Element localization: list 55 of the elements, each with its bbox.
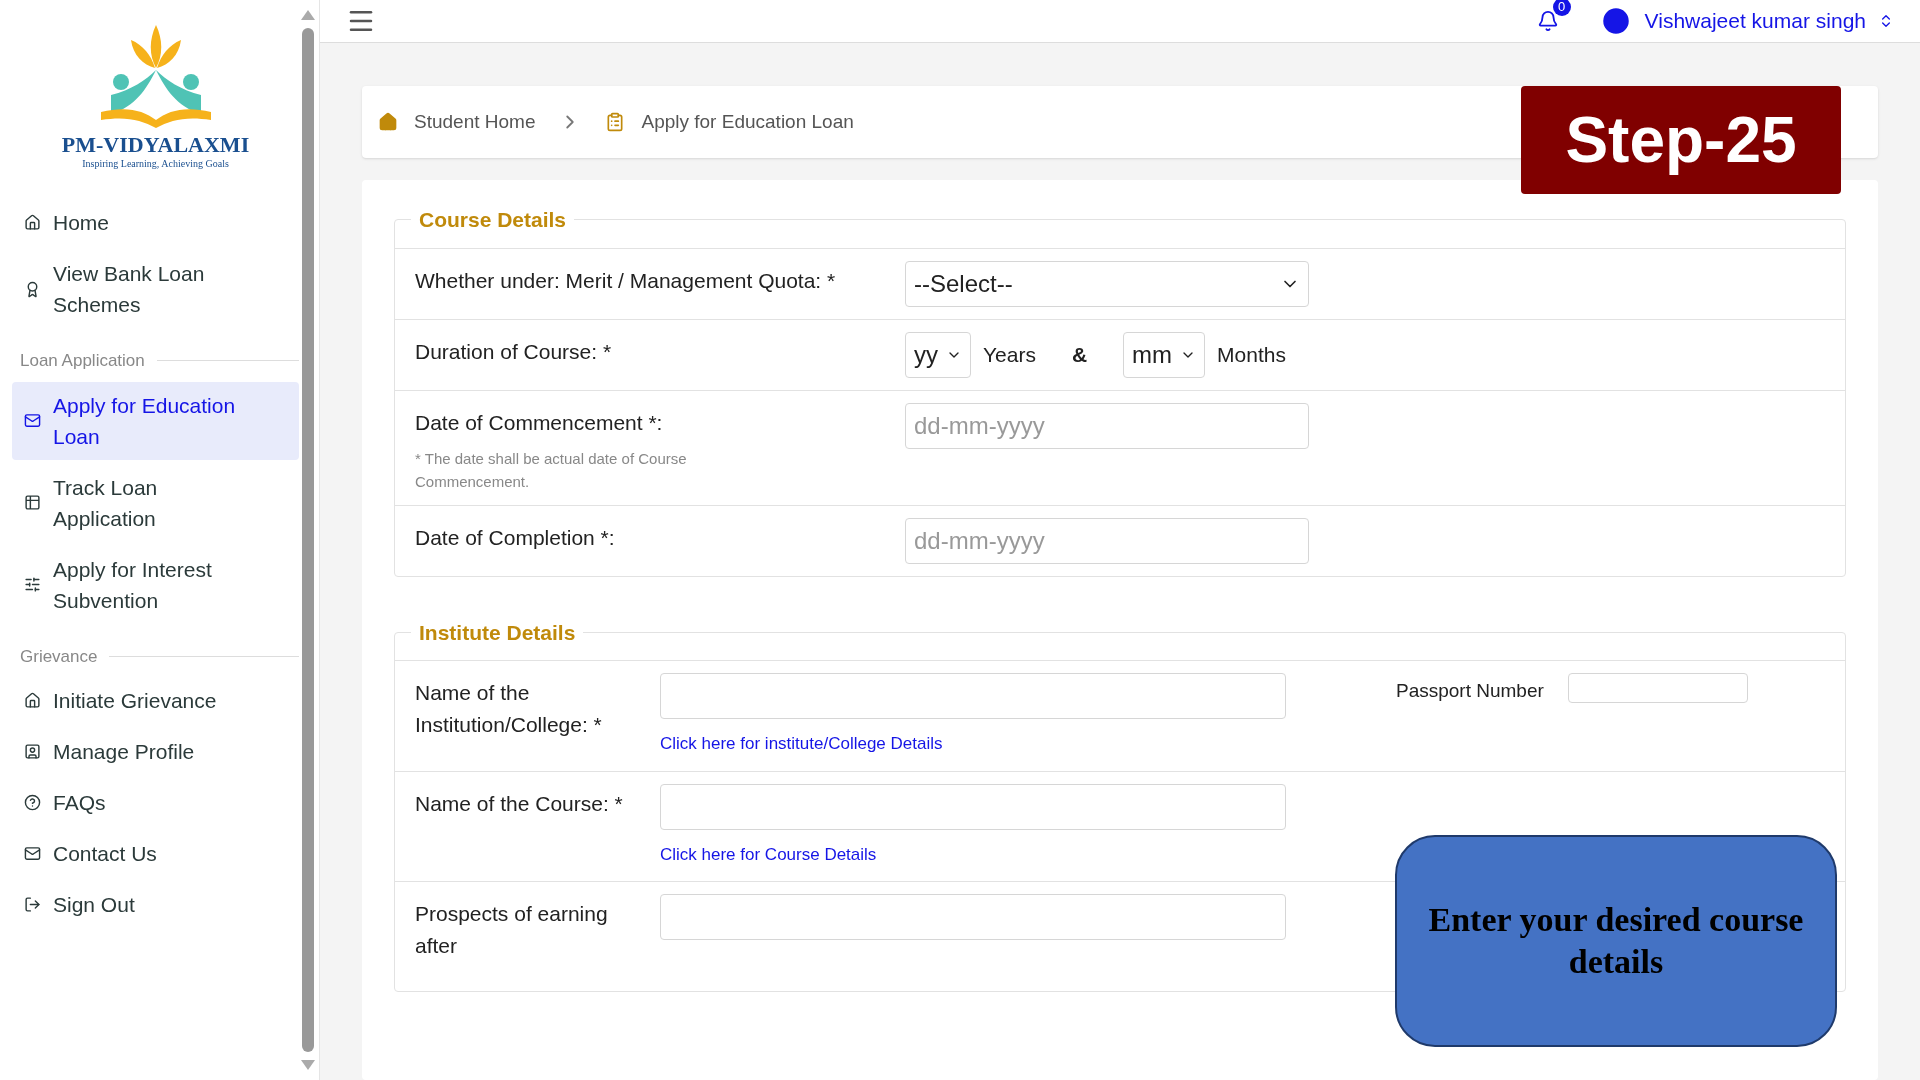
field-label: Whether under: Merit / Management Quota: * xyxy=(415,267,837,294)
sidebar-section-heading: Grievance xyxy=(20,645,98,668)
home-icon xyxy=(24,692,41,709)
user-menu[interactable]: Vishwajeet kumar singh xyxy=(1644,5,1894,37)
help-icon xyxy=(24,794,41,811)
sidebar-item[interactable]: Initiate Grievance xyxy=(12,677,299,724)
notification-badge: 0 xyxy=(1552,0,1571,16)
home-icon xyxy=(24,214,41,231)
field-label: Name of the Course: * xyxy=(415,791,624,817)
sidebar-item[interactable]: Manage Profile xyxy=(12,728,299,775)
envelope-icon xyxy=(24,412,41,429)
clipboard-icon xyxy=(605,112,626,132)
sign-out-icon xyxy=(24,896,41,913)
sliders-icon xyxy=(24,576,41,593)
instruction-callout: Enter your desired course details xyxy=(1395,835,1837,1047)
passport-input[interactable] xyxy=(1567,673,1748,703)
table-icon xyxy=(24,494,41,511)
quota-select[interactable]: --Select-- xyxy=(905,260,1309,307)
months-select[interactable]: mm xyxy=(1123,331,1206,378)
sidebar-item[interactable]: Sign Out xyxy=(12,881,299,928)
details-link[interactable]: Click here for Course Details xyxy=(660,842,1286,868)
envelope-icon xyxy=(24,845,41,862)
joiner-text: & xyxy=(1071,341,1088,368)
field-note: * The date shall be actual date of Course Commencement. xyxy=(415,448,688,492)
logo-tagline: Inspiring Learning, Achieving Goals xyxy=(82,157,229,171)
breadcrumb-link[interactable]: Student Home xyxy=(414,107,536,137)
text-input[interactable] xyxy=(660,894,1286,940)
details-link[interactable]: Click here for institute/College Details xyxy=(660,731,1286,757)
section-title: Institute Details xyxy=(418,619,577,646)
sidebar-item[interactable]: Track Loan Application xyxy=(12,463,299,542)
field-label: Date of Completion *: xyxy=(415,524,616,551)
section-title: Course Details xyxy=(418,207,568,233)
text-input[interactable] xyxy=(660,784,1286,830)
sidebar-item[interactable]: Contact Us xyxy=(12,830,299,877)
breadcrumb-link[interactable]: Apply for Education Loan xyxy=(641,107,854,137)
sidebar-item[interactable]: Apply for Interest Subvention xyxy=(12,545,299,624)
bell-icon[interactable] xyxy=(1536,10,1559,32)
step-badge: Step-25 xyxy=(1521,86,1841,194)
sidebar-item[interactable]: View Bank Loan Schemes xyxy=(12,250,299,328)
field-label: Date of Commencement *: xyxy=(415,409,664,436)
sidebar-item[interactable]: Apply for Education Loan xyxy=(12,381,299,460)
logo-title: PM-VIDYALAXMI xyxy=(61,134,250,156)
field-label: Duration of Course: * xyxy=(415,338,613,365)
field-label: Passport Number xyxy=(1396,679,1544,703)
years-select[interactable]: yy xyxy=(905,331,971,378)
home-icon xyxy=(378,112,398,132)
id-card-icon xyxy=(24,743,41,760)
field-label: Prospects of earning after xyxy=(415,901,609,959)
sidebar-item[interactable]: FAQs xyxy=(12,779,299,826)
field-label: Name of the Institution/College: * xyxy=(415,680,603,738)
years-unit: Years xyxy=(983,341,1036,368)
sidebar-item[interactable]: Home xyxy=(12,199,299,246)
sidebar-section-heading: Loan Application xyxy=(20,350,145,372)
text-input[interactable] xyxy=(660,673,1286,719)
months-unit: Months xyxy=(1217,341,1286,368)
